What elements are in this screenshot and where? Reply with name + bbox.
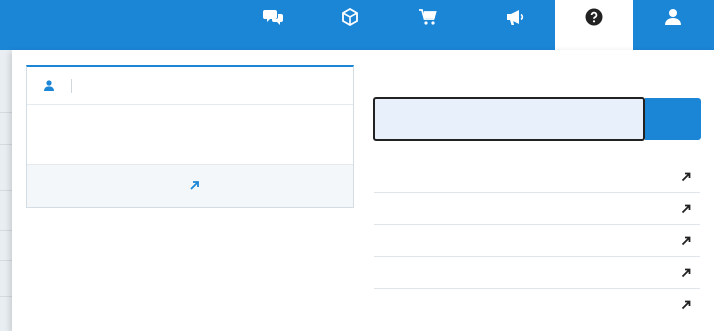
contact-expert-card [26,65,354,208]
nav-chat[interactable] [250,0,296,50]
link-ohjeet[interactable] [374,161,700,193]
external-arrow-icon [680,171,692,183]
external-arrow-icon [680,203,692,215]
external-arrow-icon [680,267,692,279]
support-email-link[interactable] [27,105,353,165]
header-separator [71,78,72,93]
link-opi-netvisor[interactable] [374,289,700,321]
search-button[interactable] [645,98,701,140]
background-page-edge [0,50,12,331]
top-navigation-bar [0,0,714,50]
nav-tiedotteet[interactable] [475,0,555,50]
link-ohjevideot[interactable] [374,225,700,257]
external-arrow-icon [680,299,692,311]
background-divider [0,144,12,145]
nav-user-mirka[interactable] [645,0,701,50]
question-circle-icon [585,7,603,27]
link-koulutuspalvelut[interactable] [374,257,700,289]
chat-bubbles-icon [263,7,283,27]
nav-netboxi[interactable] [320,0,380,50]
external-arrow-icon [189,179,200,194]
user-code [120,0,260,50]
link-community[interactable] [374,193,700,225]
user-icon [665,7,681,27]
nav-store[interactable] [405,0,451,50]
background-divider [0,112,12,113]
background-divider [0,190,12,191]
person-icon [27,80,71,91]
megaphone-icon [505,7,525,27]
background-divider [0,296,12,297]
help-search-input[interactable] [373,97,645,141]
help-links-list [374,161,700,321]
support-form-link[interactable] [27,165,353,207]
box-icon [341,7,359,27]
external-arrow-icon [680,235,692,247]
nav-ohje[interactable] [555,0,633,50]
background-divider [0,260,12,261]
background-divider [0,230,12,231]
cart-icon [418,7,438,27]
contact-card-header [27,67,353,105]
